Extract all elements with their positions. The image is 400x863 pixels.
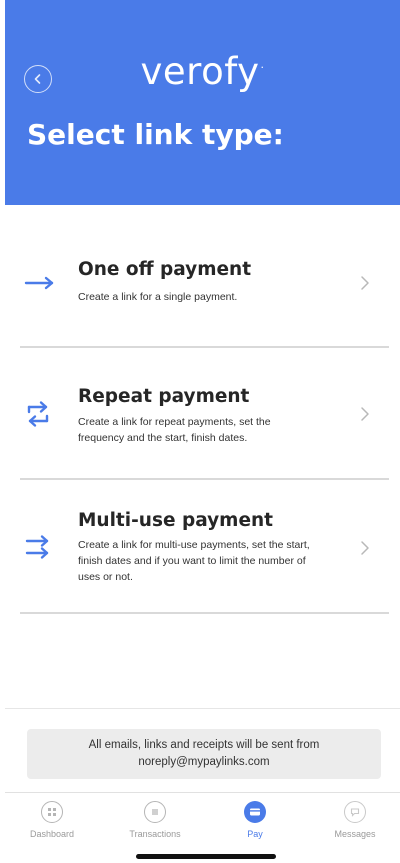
header: verofy· Select link type: (5, 0, 400, 205)
tab-dashboard[interactable]: Dashboard (12, 801, 92, 839)
logo-text: verofy (140, 50, 260, 93)
chevron-right-icon (361, 276, 369, 290)
option-description: Create a link for repeat payments, set t… (78, 416, 271, 444)
tab-label: Transactions (129, 829, 181, 839)
chevron-right-icon (361, 541, 369, 555)
page-title: Select link type: (27, 118, 284, 151)
tab-transactions[interactable]: Transactions (115, 801, 195, 839)
option-multi-use-payment[interactable]: Multi-use payment Create a link for mult… (20, 480, 389, 614)
logo-mark: · (260, 60, 265, 74)
chevron-right-icon (361, 407, 369, 421)
pay-icon (244, 801, 266, 823)
option-one-off-payment[interactable]: One off payment Create a link for a sing… (20, 233, 389, 348)
notice-line-1: All emails, links and receipts will be s… (88, 739, 320, 751)
transactions-icon (144, 801, 166, 823)
tab-label: Messages (334, 829, 376, 839)
option-title: One off payment (78, 259, 252, 280)
option-description: Create a link for multi-use payments, se… (78, 539, 310, 583)
notice-line-2: noreply@mypaylinks.com (138, 756, 270, 768)
double-arrow-right-icon (25, 535, 49, 559)
home-indicator[interactable] (136, 854, 276, 859)
tab-label: Pay (247, 829, 263, 839)
messages-icon (344, 801, 366, 823)
tab-bar: Dashboard Transactions Pay Messages (5, 792, 400, 863)
tab-messages[interactable]: Messages (315, 801, 395, 839)
verofy-logo: verofy· (5, 50, 400, 93)
dashboard-icon (41, 801, 63, 823)
option-description: Create a link for a single payment. (78, 291, 238, 303)
email-notice: All emails, links and receipts will be s… (27, 729, 381, 779)
arrow-right-icon (24, 276, 54, 290)
option-repeat-payment[interactable]: Repeat payment Create a link for repeat … (20, 348, 389, 480)
option-title: Multi-use payment (78, 510, 274, 531)
tab-pay[interactable]: Pay (215, 801, 295, 839)
repeat-arrows-icon (27, 401, 49, 427)
option-title: Repeat payment (78, 386, 250, 407)
notice-section: All emails, links and receipts will be s… (5, 708, 400, 792)
tab-label: Dashboard (29, 829, 75, 839)
